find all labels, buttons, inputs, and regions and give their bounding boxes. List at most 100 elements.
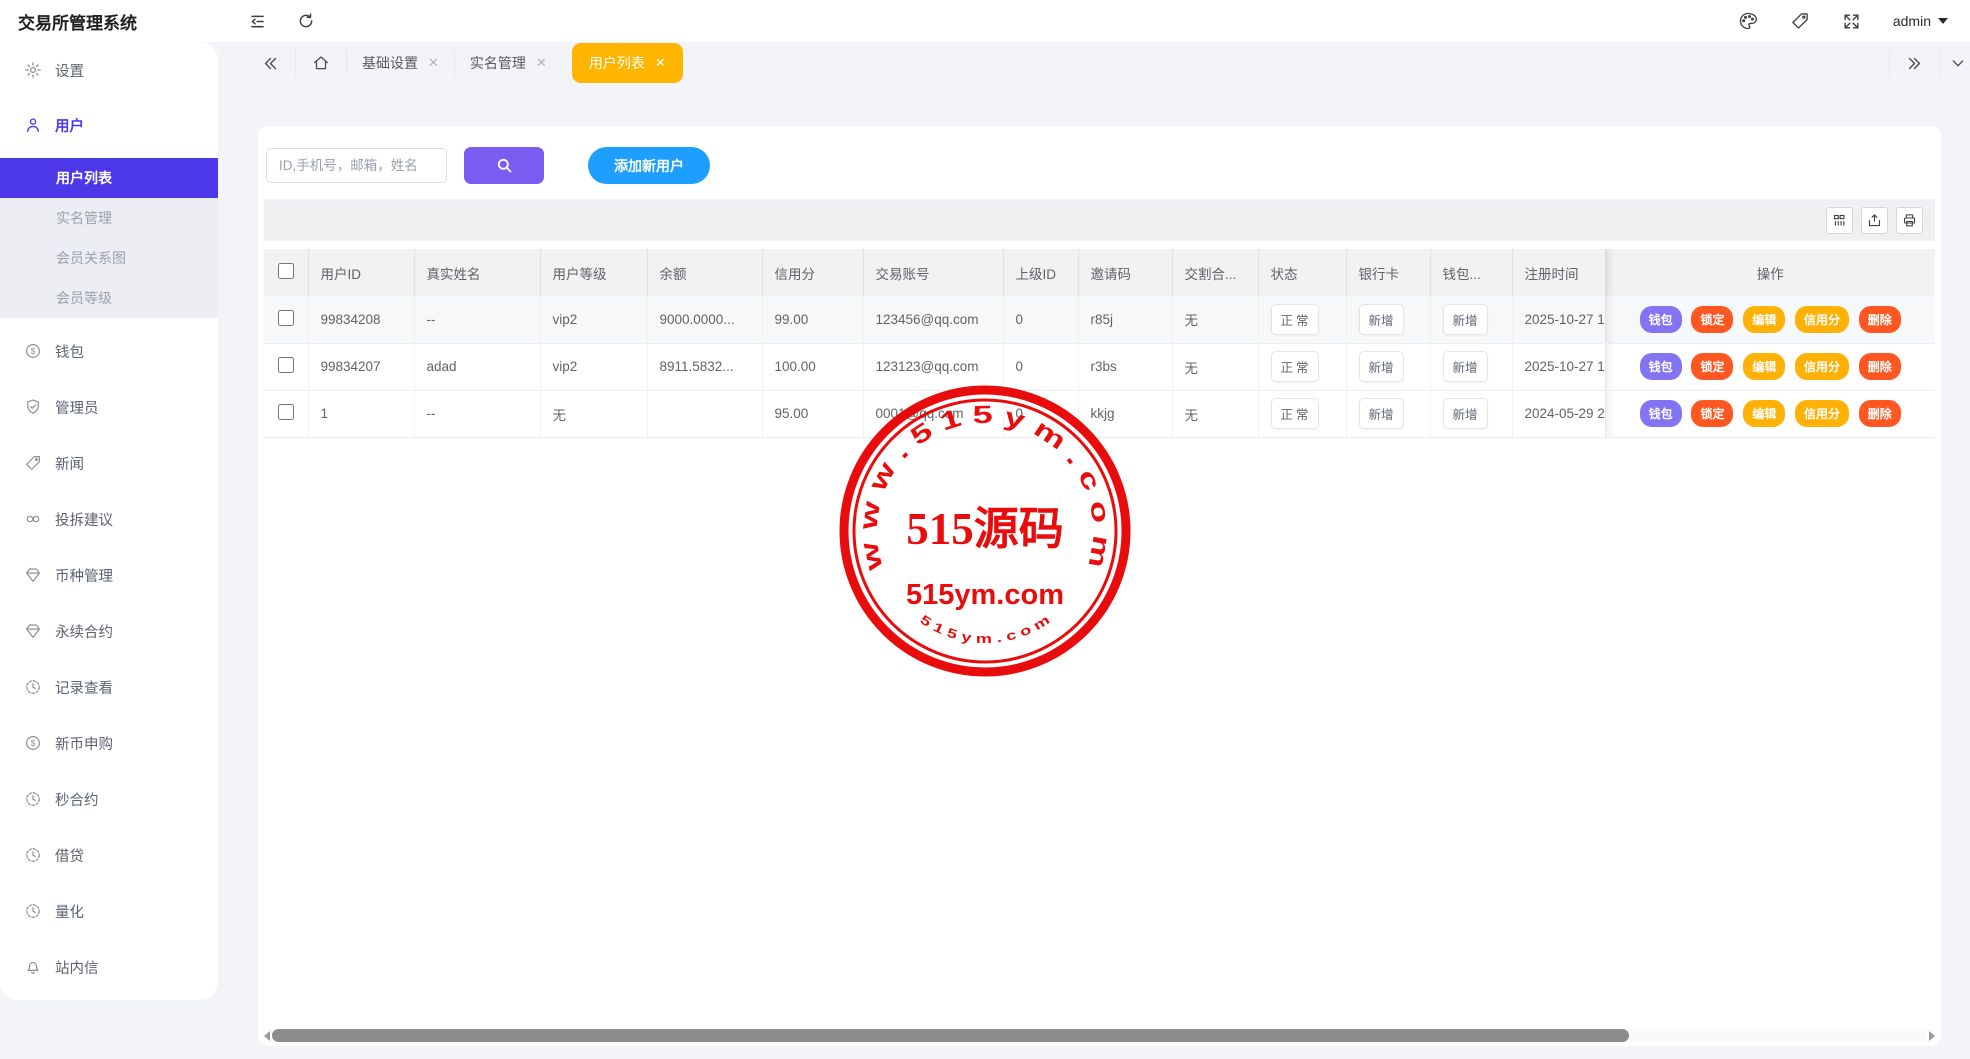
sidebar-item-perpetual[interactable]: 永续合约 <box>0 609 218 653</box>
horizontal-scrollbar[interactable] <box>264 1028 1935 1043</box>
wallet-action-button[interactable]: 钱包 <box>1640 306 1682 333</box>
credit-action-button[interactable]: 信用分 <box>1795 306 1849 333</box>
fullscreen-icon[interactable] <box>1842 12 1861 31</box>
lock-action-button[interactable]: 锁定 <box>1691 400 1733 427</box>
delete-action-button[interactable]: 删除 <box>1859 306 1901 333</box>
table-header-row: 用户ID 真实姓名 用户等级 余额 信用分 交易账号 上级ID 邀请码 交割合.… <box>264 249 1935 296</box>
sidebar-item-settings[interactable]: 设置 <box>0 48 218 92</box>
wallet-action-button[interactable]: 钱包 <box>1640 400 1682 427</box>
sidebar-item-lending[interactable]: 借贷 <box>0 833 218 877</box>
tabs-menu[interactable] <box>1940 50 1970 76</box>
col-header-actions: 操作 <box>1605 249 1935 296</box>
sidebar-item-label: 钱包 <box>55 341 84 362</box>
col-header-status: 状态 <box>1258 249 1346 296</box>
edit-action-button[interactable]: 编辑 <box>1743 306 1785 333</box>
col-header-level: 用户等级 <box>540 249 647 296</box>
export-button[interactable] <box>1861 207 1888 234</box>
theme-palette-icon[interactable] <box>1738 11 1758 31</box>
tab-home[interactable] <box>296 50 346 76</box>
bank-card-add-button[interactable]: 新增 <box>1359 398 1404 429</box>
edit-action-button[interactable]: 编辑 <box>1743 353 1785 380</box>
sidebar-item-quant[interactable]: 量化 <box>0 889 218 933</box>
tabs-scroll-right[interactable] <box>1890 50 1939 76</box>
search-row: 添加新用户 <box>258 126 1941 199</box>
status-badge: 正常 <box>1271 351 1319 382</box>
cell-reg-time: 2024-05-29 20: <box>1512 390 1605 437</box>
topbar: 交易所管理系统 admin <box>0 0 1970 42</box>
cell-reg-time: 2025-10-27 12: <box>1512 296 1605 343</box>
bank-card-add-button[interactable]: 新增 <box>1359 351 1404 382</box>
select-all-checkbox[interactable] <box>278 263 294 279</box>
sidebar-item-second-contract[interactable]: 秒合约 <box>0 777 218 821</box>
cell-credit: 99.00 <box>762 296 863 343</box>
row-checkbox[interactable] <box>278 310 294 326</box>
sidebar-subitem-relation-map[interactable]: 会员关系图 <box>0 238 218 278</box>
scrollbar-track[interactable] <box>272 1029 1927 1042</box>
table-row: 99834208 -- vip2 9000.0000... 99.00 1234… <box>264 296 1935 343</box>
scrollbar-thumb[interactable] <box>272 1029 1629 1042</box>
sidebar-item-label: 新币申购 <box>55 733 113 754</box>
edit-action-button[interactable]: 编辑 <box>1743 400 1785 427</box>
search-icon <box>495 156 514 175</box>
username: admin <box>1893 13 1931 29</box>
cell-parent-id: 0 <box>1003 390 1078 437</box>
diamond-icon <box>24 566 42 584</box>
clock-icon <box>24 846 42 864</box>
tabs-scroll-left[interactable] <box>246 50 295 76</box>
sidebar-item-label: 设置 <box>55 60 84 81</box>
sidebar-item-admins[interactable]: 管理员 <box>0 385 218 429</box>
wallet-add-button[interactable]: 新增 <box>1443 398 1488 429</box>
sidebar-item-label: 币种管理 <box>55 565 113 586</box>
lock-action-button[interactable]: 锁定 <box>1691 353 1733 380</box>
cell-user-id: 1 <box>308 390 414 437</box>
sidebar-item-wallet[interactable]: $ 钱包 <box>0 329 218 373</box>
sidebar-subitem-realname[interactable]: 实名管理 <box>0 198 218 238</box>
refresh-icon[interactable] <box>297 12 315 30</box>
cell-invite-code: kkjg <box>1078 390 1172 437</box>
sidebar-item-user[interactable]: 用户 <box>0 103 218 147</box>
tab-realname[interactable]: 实名管理 ✕ <box>455 43 562 83</box>
sidebar-item-feedback[interactable]: 投拆建议 <box>0 497 218 541</box>
scroll-right-arrow-icon[interactable] <box>1929 1031 1935 1041</box>
user-list-panel: 添加新用户 用户ID 真实姓名 用户等级 <box>258 126 1941 1046</box>
close-icon[interactable]: ✕ <box>428 55 439 71</box>
row-checkbox[interactable] <box>278 404 294 420</box>
wallet-add-button[interactable]: 新增 <box>1443 304 1488 335</box>
delete-action-button[interactable]: 删除 <box>1859 353 1901 380</box>
user-menu[interactable]: admin <box>1893 13 1948 29</box>
sidebar-subitem-user-list[interactable]: 用户列表 <box>0 158 218 198</box>
credit-action-button[interactable]: 信用分 <box>1795 400 1849 427</box>
collapse-menu-icon[interactable] <box>248 12 267 31</box>
add-user-button[interactable]: 添加新用户 <box>588 147 710 184</box>
cell-account: 0001@qq.com <box>863 390 1003 437</box>
columns-settings-button[interactable] <box>1826 207 1853 234</box>
col-header-parent-id: 上级ID <box>1003 249 1078 296</box>
sidebar-item-new-coin[interactable]: $ 新币申购 <box>0 721 218 765</box>
bank-card-add-button[interactable]: 新增 <box>1359 304 1404 335</box>
sidebar-item-label: 管理员 <box>55 397 99 418</box>
sidebar-item-records[interactable]: 记录查看 <box>0 665 218 709</box>
print-button[interactable] <box>1896 207 1923 234</box>
tag-icon[interactable] <box>1790 11 1810 31</box>
credit-action-button[interactable]: 信用分 <box>1795 353 1849 380</box>
scroll-left-arrow-icon[interactable] <box>264 1031 270 1041</box>
tab-user-list[interactable]: 用户列表 ✕ <box>572 43 683 83</box>
search-button[interactable] <box>464 147 544 184</box>
wallet-add-button[interactable]: 新增 <box>1443 351 1488 382</box>
cell-real-name: -- <box>414 296 540 343</box>
wallet-action-button[interactable]: 钱包 <box>1640 353 1682 380</box>
search-input[interactable] <box>266 148 447 183</box>
cell-level: vip2 <box>540 296 647 343</box>
sidebar-item-coins[interactable]: 币种管理 <box>0 553 218 597</box>
sidebar-item-site-message[interactable]: 站内信 <box>0 945 218 989</box>
close-icon[interactable]: ✕ <box>655 55 666 71</box>
tab-basic-settings[interactable]: 基础设置 ✕ <box>347 43 454 83</box>
subitem-label: 会员等级 <box>56 288 112 308</box>
sidebar-subitem-member-level[interactable]: 会员等级 <box>0 278 218 318</box>
row-checkbox[interactable] <box>278 357 294 373</box>
clock-icon <box>24 902 42 920</box>
close-icon[interactable]: ✕ <box>536 55 547 71</box>
lock-action-button[interactable]: 锁定 <box>1691 306 1733 333</box>
sidebar-item-news[interactable]: 新闻 <box>0 441 218 485</box>
delete-action-button[interactable]: 删除 <box>1859 400 1901 427</box>
